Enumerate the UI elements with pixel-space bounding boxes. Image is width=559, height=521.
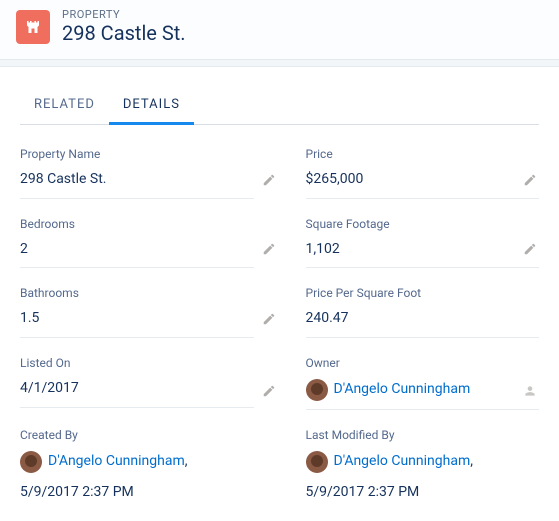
object-type-label: PROPERTY — [62, 8, 186, 21]
record-header: PROPERTY 298 Castle St. — [0, 0, 559, 59]
section-divider — [0, 59, 559, 67]
field-label: Price Per Square Foot — [306, 286, 540, 300]
pencil-icon[interactable] — [262, 311, 276, 330]
field-bedrooms: Bedrooms 2 — [20, 217, 280, 287]
field-last-modified-by: Last Modified By D'Angelo Cunningham, 5/… — [280, 428, 540, 521]
field-bathrooms: Bathrooms 1.5 — [20, 286, 280, 356]
record-title: 298 Castle St. — [62, 21, 186, 45]
tab-bar: RELATED DETAILS — [20, 87, 539, 125]
pencil-icon[interactable] — [262, 172, 276, 191]
avatar — [20, 451, 42, 473]
field-listed-on: Listed On 4/1/2017 — [20, 356, 280, 428]
field-owner: Owner D'Angelo Cunningham — [280, 356, 540, 428]
field-value: D'Angelo Cunningham, 5/9/2017 2:37 PM — [20, 451, 254, 503]
field-label: Bathrooms — [20, 286, 254, 300]
avatar — [306, 451, 328, 473]
field-value: 298 Castle St. — [20, 170, 254, 199]
field-label: Listed On — [20, 356, 254, 370]
field-value: 2 — [20, 240, 254, 269]
change-owner-icon[interactable] — [523, 383, 537, 402]
owner-link[interactable]: D'Angelo Cunningham — [334, 380, 471, 400]
castle-icon — [16, 10, 50, 44]
field-label: Owner — [306, 356, 540, 370]
field-created-by: Created By D'Angelo Cunningham, 5/9/2017… — [20, 428, 280, 521]
field-value: D'Angelo Cunningham, 5/9/2017 2:37 PM — [306, 451, 540, 503]
pencil-icon[interactable] — [262, 383, 276, 402]
separator: , — [185, 452, 188, 472]
field-label: Last Modified By — [306, 428, 540, 442]
record-content: RELATED DETAILS Property Name 298 Castle… — [0, 67, 559, 520]
pencil-icon[interactable] — [262, 241, 276, 260]
field-price-per-square-foot: Price Per Square Foot 240.47 — [280, 286, 540, 356]
field-label: Square Footage — [306, 217, 540, 231]
field-square-footage: Square Footage 1,102 — [280, 217, 540, 287]
field-value: D'Angelo Cunningham — [306, 379, 540, 410]
field-label: Bedrooms — [20, 217, 254, 231]
pencil-icon[interactable] — [523, 241, 537, 260]
field-value: 1,102 — [306, 240, 540, 269]
tab-related[interactable]: RELATED — [20, 87, 109, 124]
details-panel: Property Name 298 Castle St. Price $265,… — [20, 125, 539, 520]
pencil-icon[interactable] — [523, 172, 537, 191]
separator: , — [470, 452, 473, 472]
field-value: 240.47 — [306, 309, 540, 338]
field-property-name: Property Name 298 Castle St. — [20, 147, 280, 217]
avatar — [306, 379, 328, 401]
field-label: Property Name — [20, 147, 254, 161]
tab-details[interactable]: DETAILS — [109, 87, 194, 125]
field-label: Price — [306, 147, 540, 161]
created-by-link[interactable]: D'Angelo Cunningham — [48, 452, 185, 472]
field-value: $265,000 — [306, 170, 540, 199]
field-price: Price $265,000 — [280, 147, 540, 217]
field-value: 1.5 — [20, 309, 254, 338]
field-value: 4/1/2017 — [20, 379, 254, 408]
header-text: PROPERTY 298 Castle St. — [62, 8, 186, 45]
field-label: Created By — [20, 428, 254, 442]
last-modified-by-link[interactable]: D'Angelo Cunningham — [334, 452, 471, 472]
